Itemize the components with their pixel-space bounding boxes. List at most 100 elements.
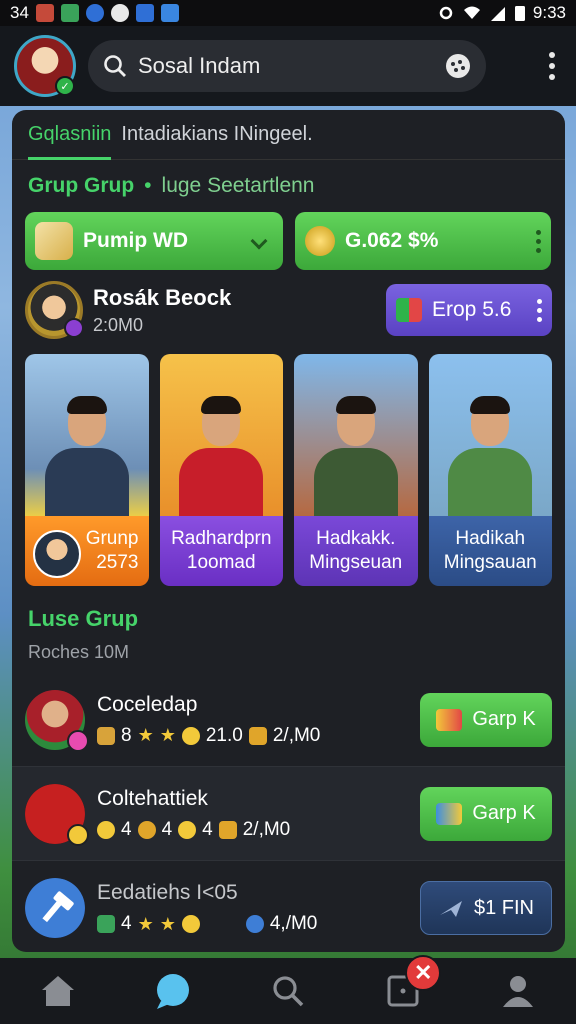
card-line1: Hadkakk.	[316, 528, 396, 550]
section-title: Grup Grup	[28, 174, 135, 197]
join-label: Garp K	[472, 802, 536, 824]
stat-c: 2/,M0	[272, 724, 321, 746]
home-icon	[41, 976, 74, 1006]
top-bar: ✓ Sosal Indam	[0, 26, 576, 106]
list-header: Luse Grup Roches 10M	[12, 606, 565, 663]
card-photo	[25, 354, 149, 518]
currency-label: G.062 $%	[345, 229, 439, 252]
profile-row[interactable]: Rosák Beock 2:0M0 Erop 5.6	[12, 272, 565, 348]
stat-a: 4	[121, 818, 132, 840]
list-avatar	[25, 878, 85, 938]
currency-button[interactable]: G.062 $%	[295, 212, 551, 270]
list-item[interactable]: Coltehattiek 4 4 4 2/,M0 Garp K	[12, 767, 565, 861]
person-figure	[448, 394, 533, 518]
coins-icon	[305, 226, 335, 256]
list-item[interactable]: Eedatiehs I<05 4 ★ ★ 4,/M0 $1 FIN	[12, 861, 565, 952]
stat-d: 2/,M0	[242, 818, 291, 840]
more-options-icon[interactable]	[542, 52, 562, 80]
nav-home[interactable]	[36, 969, 80, 1013]
profile-sub: 2:0M0	[93, 314, 144, 335]
price-button[interactable]: $1 FIN	[420, 881, 552, 935]
tab-bar: Gqlasniin Intadiakians INingeel.	[12, 110, 565, 160]
profile-avatar[interactable]	[25, 281, 84, 339]
globe-icon	[245, 915, 264, 933]
stat-b: 21.0	[205, 724, 243, 746]
nav-search[interactable]	[266, 969, 310, 1013]
card-label: Hadikah Mingsauan	[428, 516, 552, 586]
card-line2: 2573	[96, 552, 139, 573]
medal-icon	[248, 726, 267, 745]
badge-icon	[67, 729, 89, 752]
more-options-icon[interactable]	[537, 298, 542, 322]
pump-dropdown-button[interactable]: Pumip WD	[25, 212, 283, 270]
notification-app-icon	[60, 4, 79, 22]
status-left: 34	[10, 3, 179, 23]
list-title: Luse Grup	[28, 606, 139, 631]
card-line1: Radhardprn	[171, 528, 272, 550]
card-line2: Mingseuan	[309, 552, 403, 573]
price-label: $1 FIN	[473, 896, 535, 919]
tab-other[interactable]: Intadiakians INingeel.	[121, 123, 312, 146]
group-card[interactable]: Hadkakk. Mingseuan	[294, 354, 418, 586]
signal-icon	[490, 7, 505, 21]
game-controller-icon[interactable]	[444, 52, 472, 80]
profile-info: Rosák Beock 2:0M0	[93, 285, 231, 336]
list-avatar	[25, 689, 89, 752]
group-card[interactable]: Hadikah Mingsauan	[428, 354, 552, 586]
card-label: Radhardprn 1oomad	[159, 516, 283, 586]
emoji-icon	[178, 820, 197, 839]
profile-name: Rosák Beock	[93, 284, 232, 310]
hammer-icon	[42, 891, 74, 923]
user-icon	[503, 976, 534, 1007]
emoji-icon	[97, 820, 115, 839]
chevron-down-icon	[250, 232, 268, 250]
join-button[interactable]: Garp K	[420, 786, 552, 841]
profile-action-label: Erop 5.6	[432, 298, 512, 321]
coin-icon	[181, 726, 200, 745]
search-bar[interactable]: Sosal Indam	[88, 40, 486, 92]
status-time: 9:33	[532, 3, 566, 22]
settings-status-icon	[439, 6, 453, 20]
status-right: 9:33	[437, 3, 566, 23]
list-item-stats: 8 ★ ★ 21.0 2/,M0	[97, 725, 320, 747]
stat-a: 4	[121, 913, 132, 934]
person-figure	[313, 394, 398, 518]
person-figure	[179, 394, 264, 518]
gift-icon	[396, 298, 422, 322]
search-icon	[273, 976, 304, 1007]
section-header: Grup Grup • luge Seetartlenn	[12, 160, 565, 212]
profile-action-button[interactable]: Erop 5.6	[386, 284, 552, 336]
user-avatar[interactable]: ✓	[14, 35, 76, 97]
box-icon	[436, 802, 463, 825]
close-icon[interactable]: ✕	[405, 955, 442, 991]
stat-b: 4	[161, 818, 173, 840]
join-button[interactable]: Garp K	[420, 692, 552, 747]
card-line1: Hadikah	[455, 528, 526, 550]
star-icon: ★	[159, 913, 176, 934]
tab-active[interactable]: Gqlasniin	[28, 123, 112, 160]
group-card[interactable]: Radhardprn 1oomad	[159, 354, 283, 586]
card-label: Hadkakk. Mingseuan	[294, 516, 418, 586]
nav-profile[interactable]	[496, 969, 540, 1013]
list-info: Coltehattiek 4 4 4 2/,M0	[97, 787, 290, 841]
list-avatar	[25, 783, 89, 846]
list-item[interactable]: Coceledap 8 ★ ★ 21.0 2/,M0 Garp K	[12, 673, 565, 767]
notification-app-icon	[135, 4, 154, 22]
card-line2: Mingsauan	[443, 552, 537, 573]
star-icon: ★	[159, 725, 176, 745]
list-item-name: Coceledap	[97, 692, 198, 716]
card-photo	[428, 354, 552, 518]
group-card[interactable]: Grunp 2573	[25, 354, 149, 586]
group-list: Coceledap 8 ★ ★ 21.0 2/,M0 Garp K Colteh…	[12, 673, 565, 952]
stat-a: 8	[121, 724, 132, 746]
list-info: Coceledap 8 ★ ★ 21.0 2/,M0	[97, 693, 320, 747]
mini-avatar	[33, 530, 81, 578]
nav-square[interactable]: ✕	[381, 955, 442, 1013]
more-options-icon[interactable]	[536, 229, 541, 253]
nav-chat[interactable]	[151, 969, 195, 1013]
document-coin-icon	[35, 222, 73, 260]
list-subtitle: Roches 10M	[28, 642, 130, 662]
stat-c: 4	[202, 818, 213, 840]
card-line1: Grunp	[85, 528, 139, 550]
list-info: Eedatiehs I<05 4 ★ ★ 4,/M0	[97, 881, 317, 935]
